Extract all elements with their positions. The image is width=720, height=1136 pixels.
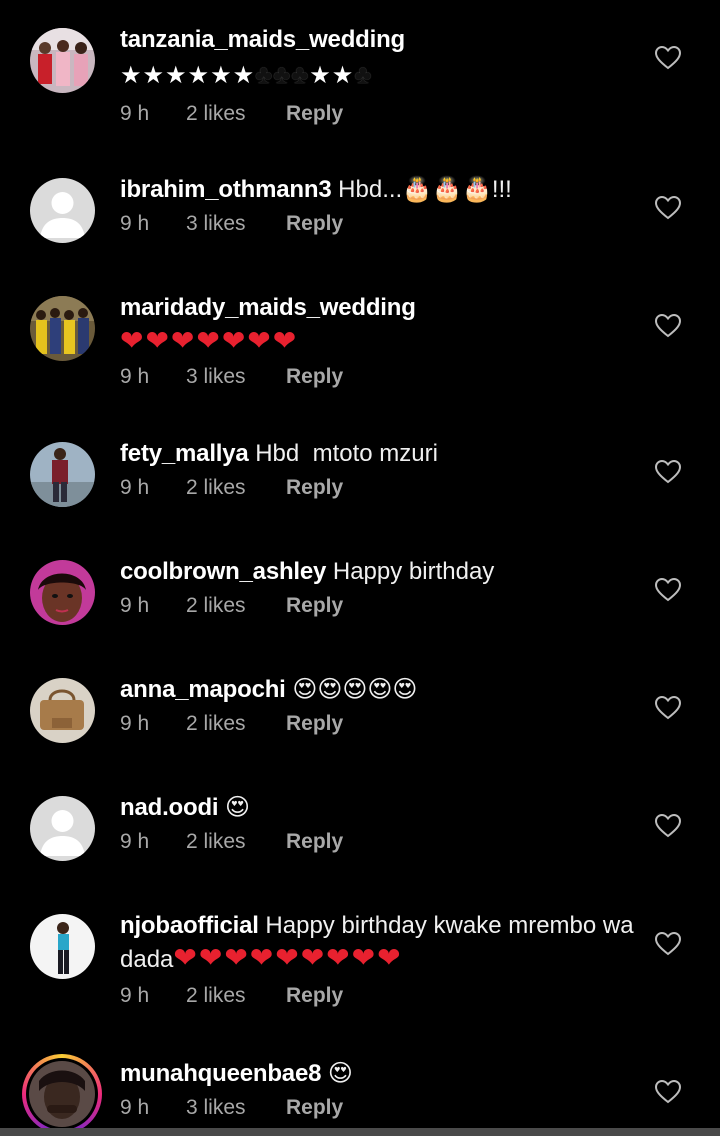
heart-outline-icon[interactable] [654, 1079, 682, 1104]
default-avatar-icon[interactable] [30, 178, 95, 243]
heart-outline-icon[interactable] [654, 459, 682, 484]
default-avatar-icon[interactable] [30, 796, 95, 861]
timestamp: 9 h [120, 212, 150, 235]
heart-outline-icon[interactable] [654, 45, 682, 70]
comment-meta: 9 h 2 likes Reply [120, 984, 640, 1008]
likes-count[interactable]: 2 likes [186, 594, 286, 618]
likes-count[interactable]: 3 likes [186, 212, 286, 236]
avatar[interactable] [30, 560, 95, 625]
comment-meta: 9 h 2 likes Reply [120, 476, 640, 500]
likes-count[interactable]: 3 likes [186, 1096, 286, 1120]
comment-meta: 9 h 2 likes Reply [120, 102, 640, 126]
comment-meta: 9 h 3 likes Reply [120, 365, 640, 389]
comment-text: Hbd...🎂🎂🎂!!! [331, 176, 512, 203]
username[interactable]: anna_mapochi [120, 676, 286, 703]
username[interactable]: maridady_maids_wedding [120, 294, 416, 321]
timestamp: 9 h [120, 712, 150, 735]
avatar[interactable] [30, 28, 95, 93]
comment-text: 😍😍😍😍😍 [285, 676, 418, 703]
comment-meta: 9 h 2 likes Reply [120, 830, 640, 854]
username[interactable]: fety_mallya [120, 440, 249, 467]
username[interactable]: coolbrown_ashley [120, 558, 326, 585]
bottom-bar [0, 1128, 720, 1136]
username[interactable]: munahqueenbae8 [120, 1060, 321, 1087]
likes-count[interactable]: 2 likes [186, 984, 286, 1008]
avatar [26, 1058, 98, 1130]
reply-button[interactable]: Reply [286, 212, 343, 236]
username[interactable]: ibrahim_othmann3 [120, 176, 332, 203]
username[interactable]: tanzania_maids_wedding [120, 26, 405, 53]
heart-outline-icon[interactable] [654, 313, 682, 338]
comment-text: Happy birthday [326, 558, 495, 585]
comment-text: ❤❤❤❤❤❤❤ [120, 325, 299, 356]
reply-button[interactable]: Reply [286, 476, 343, 500]
heart-outline-icon[interactable] [654, 695, 682, 720]
avatar-story-ring[interactable] [22, 1054, 102, 1134]
heart-outline-icon[interactable] [654, 931, 682, 956]
hearts-emoji: ❤❤❤❤❤❤❤❤❤ [173, 942, 403, 973]
reply-button[interactable]: Reply [286, 712, 343, 736]
reply-button[interactable]: Reply [286, 365, 343, 389]
comment-meta: 9 h 2 likes Reply [120, 594, 640, 618]
avatar[interactable] [30, 296, 95, 361]
timestamp: 9 h [120, 830, 150, 853]
comment-text: Hbd mtoto mzuri [248, 440, 438, 467]
likes-count[interactable]: 3 likes [186, 365, 286, 389]
comment-text: 😍 [218, 794, 251, 821]
likes-count[interactable]: 2 likes [186, 476, 286, 500]
comment-text: ★★★★★★♣♣♣★★♣ [120, 59, 373, 89]
timestamp: 9 h [120, 102, 150, 125]
likes-count[interactable]: 2 likes [186, 102, 286, 126]
timestamp: 9 h [120, 594, 150, 617]
timestamp: 9 h [120, 476, 150, 499]
reply-button[interactable]: Reply [286, 102, 343, 126]
username[interactable]: nad.oodi [120, 794, 219, 821]
timestamp: 9 h [120, 1096, 150, 1119]
likes-count[interactable]: 2 likes [186, 830, 286, 854]
heart-outline-icon[interactable] [654, 577, 682, 602]
heart-outline-icon[interactable] [654, 813, 682, 838]
comment-meta: 9 h 3 likes Reply [120, 212, 640, 236]
avatar[interactable] [30, 678, 95, 743]
comments-screen: tanzania_maids_wedding ★★★★★★♣♣♣★★♣ 9 h … [0, 0, 720, 1136]
comment-text: 😍 [321, 1060, 353, 1087]
timestamp: 9 h [120, 984, 150, 1007]
comment-meta: 9 h 3 likes Reply [120, 1096, 640, 1120]
reply-button[interactable]: Reply [286, 830, 343, 854]
avatar[interactable] [30, 914, 95, 979]
username[interactable]: njobaofficial [120, 912, 259, 939]
likes-count[interactable]: 2 likes [186, 712, 286, 736]
reply-button[interactable]: Reply [286, 594, 343, 618]
timestamp: 9 h [120, 365, 150, 388]
reply-button[interactable]: Reply [286, 1096, 343, 1120]
comment-meta: 9 h 2 likes Reply [120, 712, 640, 736]
heart-outline-icon[interactable] [654, 195, 682, 220]
reply-button[interactable]: Reply [286, 984, 343, 1008]
avatar[interactable] [30, 442, 95, 507]
